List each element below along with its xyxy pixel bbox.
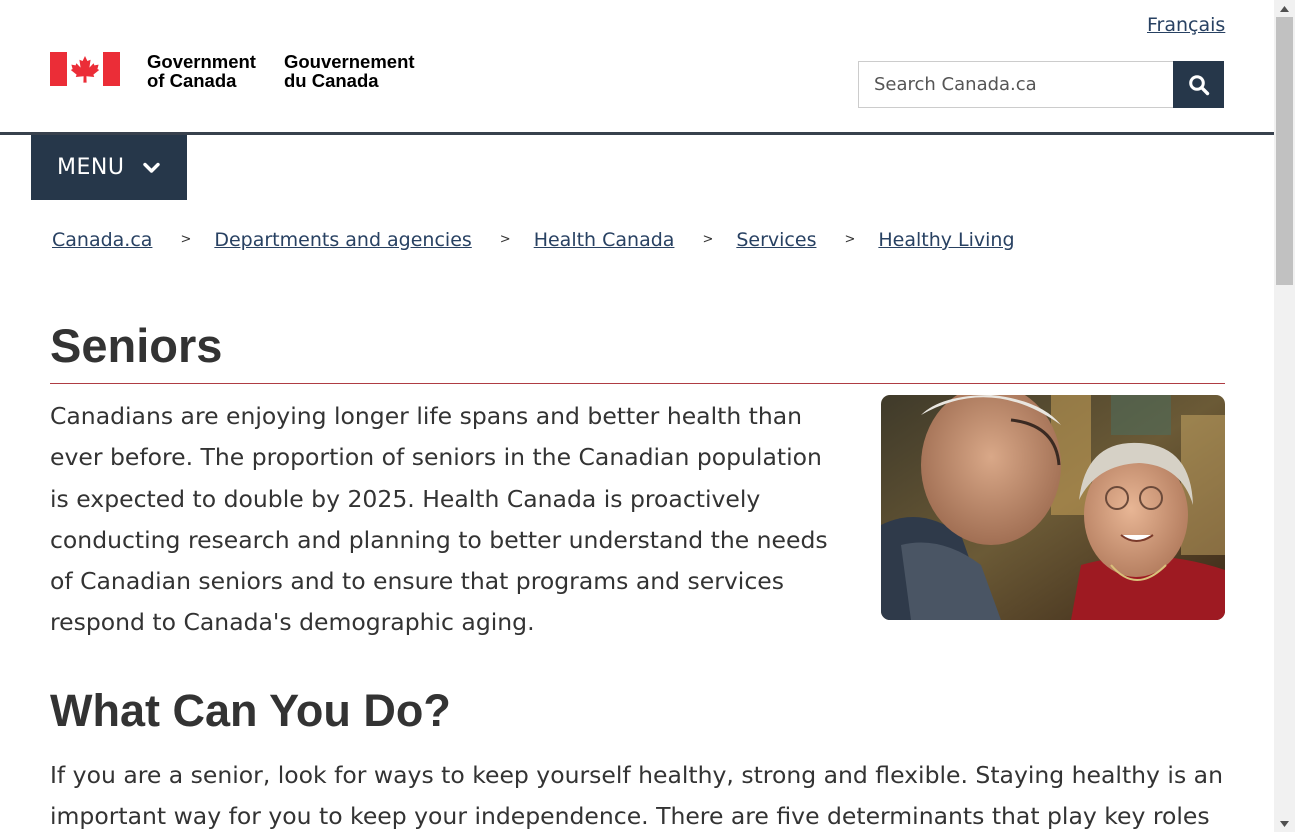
brand-english-line2: of Canada bbox=[147, 70, 237, 91]
menu-label: MENU bbox=[57, 155, 125, 180]
breadcrumb: Canada.ca > Departments and agencies > H… bbox=[52, 229, 1015, 251]
breadcrumb-link-departments[interactable]: Departments and agencies bbox=[214, 229, 471, 251]
scroll-up-arrow-icon[interactable] bbox=[1274, 0, 1295, 17]
intro-paragraph: Canadians are enjoying longer life spans… bbox=[50, 402, 828, 637]
canada-flag-icon bbox=[50, 52, 120, 86]
page-title: Seniors bbox=[50, 319, 223, 372]
search-button[interactable] bbox=[1173, 61, 1224, 108]
scroll-down-arrow-icon[interactable] bbox=[1274, 815, 1295, 832]
brand-french-line2: du Canada bbox=[283, 70, 379, 91]
breadcrumb-link-health-canada[interactable]: Health Canada bbox=[534, 229, 675, 251]
seniors-photo bbox=[881, 395, 1225, 620]
search-form bbox=[858, 61, 1224, 108]
search-input[interactable] bbox=[858, 61, 1173, 108]
menu-button[interactable]: MENU bbox=[31, 135, 187, 200]
breadcrumb-separator: > bbox=[702, 231, 714, 247]
header-divider bbox=[0, 132, 1274, 135]
search-icon bbox=[1188, 74, 1209, 95]
government-of-canada-signature[interactable]: Government of Canada Gouvernement du Can… bbox=[50, 52, 415, 90]
section-heading: What Can You Do? bbox=[50, 685, 451, 736]
breadcrumb-separator: > bbox=[180, 231, 192, 247]
title-underline bbox=[50, 383, 1225, 384]
vertical-scrollbar[interactable] bbox=[1274, 0, 1295, 832]
section-paragraph: If you are a senior, look for ways to ke… bbox=[50, 761, 1223, 830]
breadcrumb-link-healthy-living[interactable]: Healthy Living bbox=[878, 229, 1014, 251]
language-toggle-link[interactable]: Français bbox=[1147, 14, 1225, 36]
brand-english-line1: Government bbox=[147, 51, 256, 72]
breadcrumb-link-canada[interactable]: Canada.ca bbox=[52, 229, 152, 251]
brand-english: Government of Canada bbox=[147, 52, 256, 90]
breadcrumb-separator: > bbox=[499, 231, 511, 247]
breadcrumb-separator: > bbox=[844, 231, 856, 247]
brand-french-line1: Gouvernement bbox=[283, 51, 415, 72]
breadcrumb-link-services[interactable]: Services bbox=[736, 229, 816, 251]
scrollbar-thumb[interactable] bbox=[1276, 17, 1293, 285]
chevron-down-icon bbox=[143, 162, 161, 174]
brand-french: Gouvernement du Canada bbox=[284, 52, 415, 90]
